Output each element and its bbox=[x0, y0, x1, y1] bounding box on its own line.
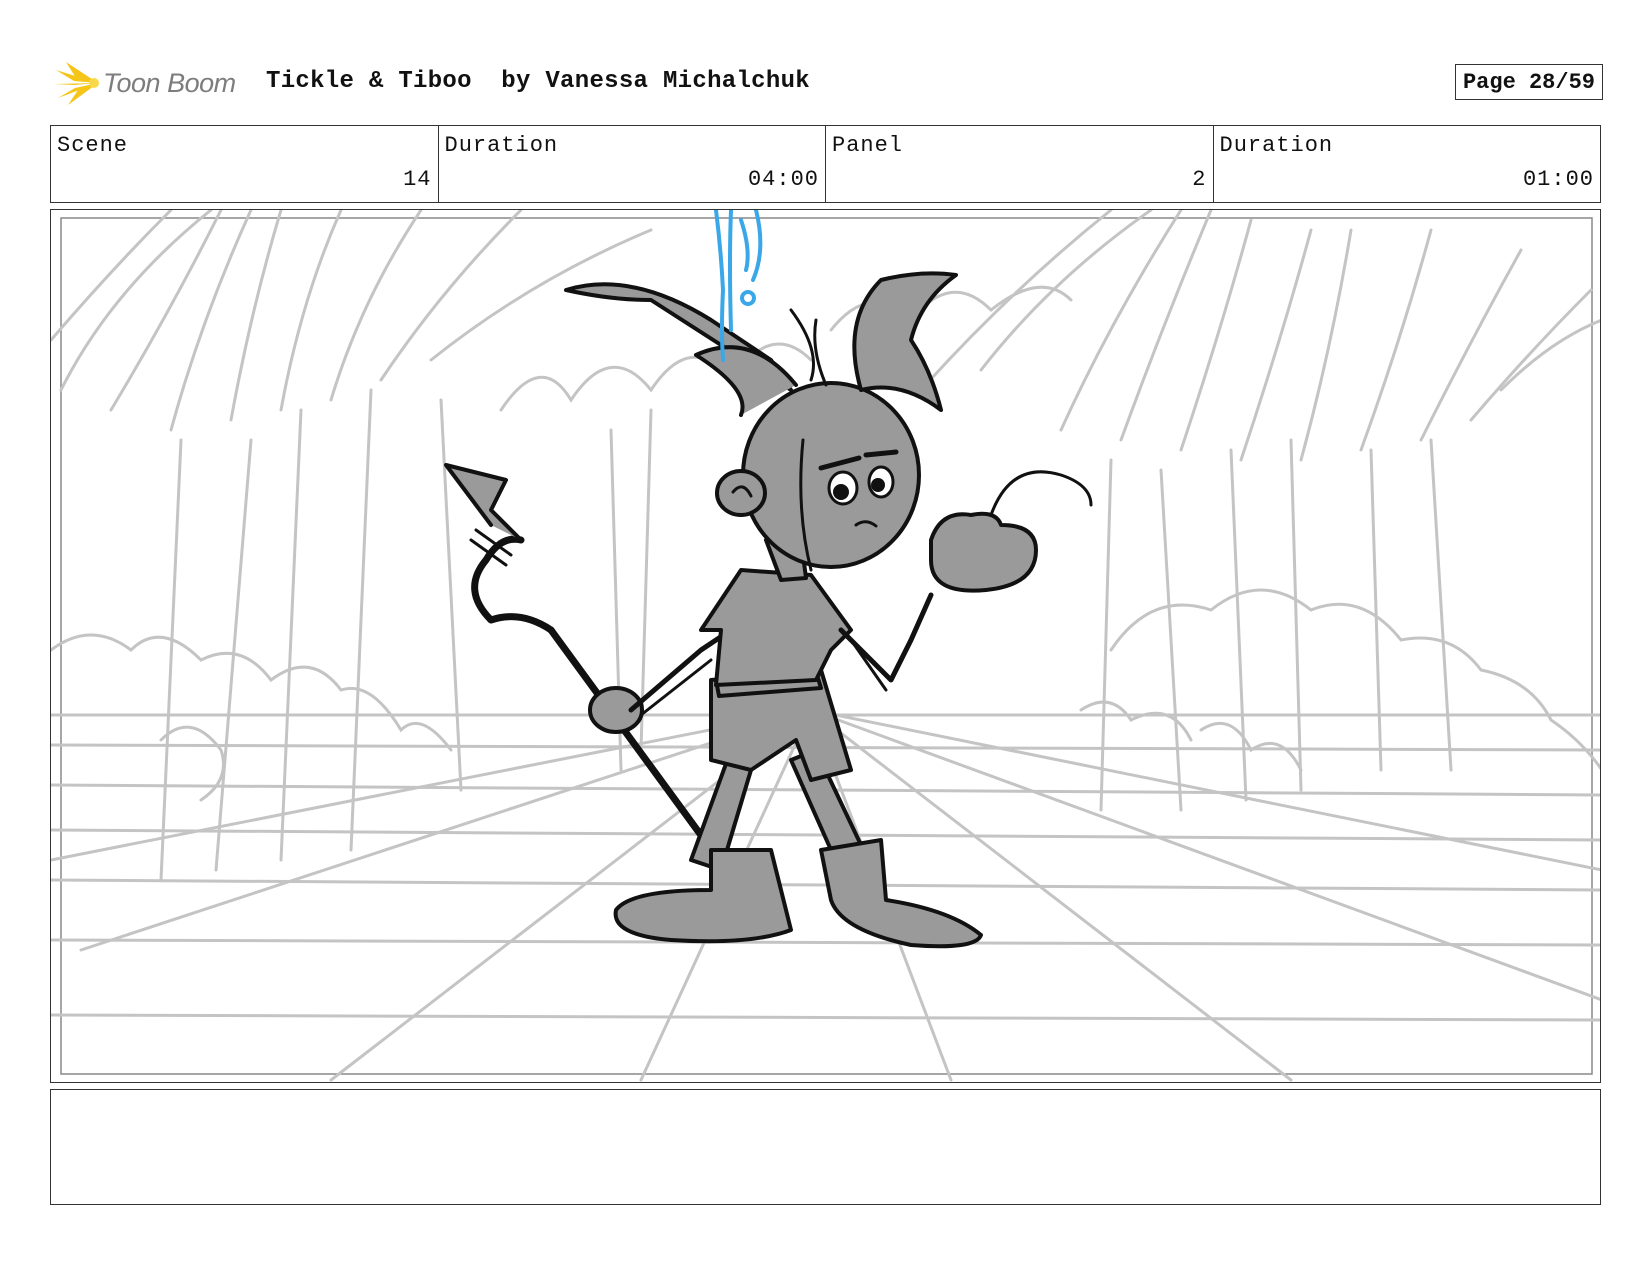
toon-boom-logo: Toon Boom bbox=[52, 60, 236, 106]
panel-duration-label: Duration bbox=[1219, 133, 1334, 158]
panel-artwork bbox=[51, 210, 1600, 1082]
panel-duration-cell: Duration 01:00 bbox=[1214, 126, 1601, 202]
scene-info-row: Scene 14 Duration 04:00 Panel 2 Duration… bbox=[50, 125, 1601, 203]
scene-label: Scene bbox=[57, 133, 129, 158]
scene-value: 14 bbox=[403, 167, 432, 192]
panel-value: 2 bbox=[1192, 167, 1207, 192]
project-title: Tickle & Tiboo by Vanessa Michalchuk bbox=[266, 68, 810, 95]
panel-duration-value: 01:00 bbox=[1522, 167, 1594, 192]
character bbox=[444, 271, 1093, 949]
logo-text: Toon Boom bbox=[103, 67, 236, 98]
panel-cell: Panel 2 bbox=[826, 126, 1214, 202]
scene-duration-label: Duration bbox=[444, 133, 559, 158]
panel-label: Panel bbox=[832, 133, 904, 158]
scene-duration-cell: Duration 04:00 bbox=[439, 126, 826, 202]
page-indicator: Page 28/59 bbox=[1454, 64, 1603, 100]
storyboard-header: Toon Boom Tickle & Tiboo by Vanessa Mich… bbox=[52, 56, 1603, 108]
scene-cell: Scene 14 bbox=[51, 126, 439, 202]
starburst-icon bbox=[54, 62, 99, 105]
scene-duration-value: 04:00 bbox=[747, 167, 819, 192]
storyboard-panel bbox=[50, 209, 1601, 1083]
panel-notes bbox=[50, 1089, 1601, 1205]
